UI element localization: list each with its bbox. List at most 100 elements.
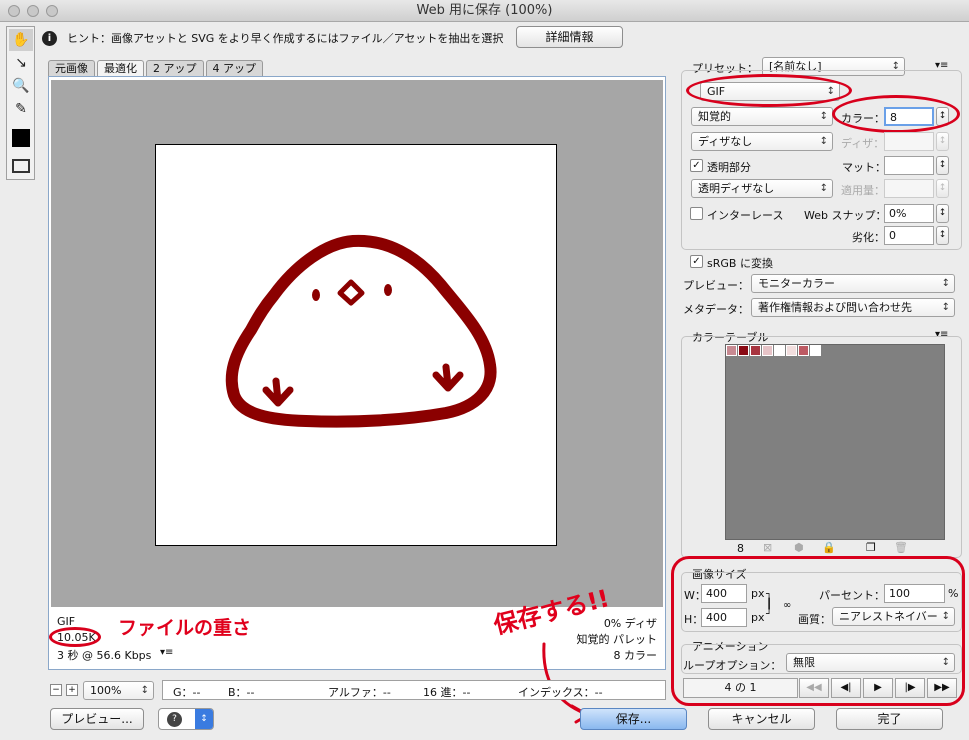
chain-icon[interactable]: ∞	[783, 600, 791, 611]
color-swatch[interactable]	[726, 345, 737, 356]
trash-icon[interactable]: 🗑	[894, 541, 908, 554]
matte-stepper[interactable]: ↕	[936, 156, 949, 175]
status-hex: 16 進：--	[423, 686, 471, 699]
color-swatch[interactable]	[774, 345, 785, 356]
dither-label: ディザ：	[841, 137, 885, 150]
play-button[interactable]: ▶	[863, 678, 893, 698]
color-swatch[interactable]	[750, 345, 761, 356]
tab-4up[interactable]: 4 アップ	[205, 60, 263, 76]
lossy-label: 劣化：	[852, 231, 885, 244]
amount-stepper[interactable]: ↕	[936, 179, 949, 198]
filesize-annotation: ファイルの重さ	[118, 617, 252, 639]
preview-color-select[interactable]: モニターカラー	[751, 274, 955, 293]
save-button[interactable]: 保存...	[580, 708, 687, 730]
filesize-highlight-oval	[49, 627, 101, 647]
preview-image[interactable]	[155, 144, 557, 546]
percent-field[interactable]: 100	[884, 584, 945, 603]
prev-frame-button[interactable]: ◀|	[831, 678, 861, 698]
interlace-checkbox[interactable]	[690, 207, 703, 220]
hint-text: ヒント：画像アセットと SVG をより早く作成するにはファイル／アセットを抽出を…	[67, 32, 504, 45]
percent-unit: %	[948, 587, 959, 600]
srgb-checkbox[interactable]: ✓	[690, 255, 703, 268]
minimize-window-button[interactable]	[27, 5, 39, 17]
zoom-window-button[interactable]	[46, 5, 58, 17]
width-field[interactable]: 400	[701, 584, 747, 603]
tab-optimized[interactable]: 最適化	[97, 60, 144, 76]
web-shift-icon[interactable]: ⬢	[794, 541, 804, 554]
last-frame-button[interactable]: ▶▶	[927, 678, 957, 698]
loop-label: ループオプション：	[683, 659, 782, 672]
websnap-stepper[interactable]: ↕	[936, 204, 949, 223]
next-frame-button[interactable]: |▶	[895, 678, 925, 698]
status-alpha: アルファ：--	[328, 686, 391, 699]
info-download-time: 3 秒 @ 56.6 Kbps	[57, 649, 152, 662]
dither-algorithm-select[interactable]: ディザなし	[691, 132, 833, 151]
reduction-select[interactable]: 知覚的	[691, 107, 833, 126]
slice-select-tool-icon[interactable]: ↘	[9, 52, 33, 74]
map-to-transparent-icon[interactable]: ⊠	[763, 541, 772, 554]
new-color-icon[interactable]: ❐	[866, 541, 876, 554]
loop-select[interactable]: 無限	[786, 653, 955, 672]
transparency-dither-select[interactable]: 透明ディザなし	[691, 179, 833, 198]
download-speed-menu-icon[interactable]: ▾≡	[160, 647, 173, 658]
color-swatch[interactable]	[738, 345, 749, 356]
matte-label: マット：	[842, 161, 886, 174]
percent-label: パーセント：	[819, 589, 885, 602]
toolbox: ✋ ↘ 🔍 ✎	[6, 26, 35, 180]
transparency-label: 透明部分	[707, 161, 751, 174]
zoom-tool-icon[interactable]: 🔍	[9, 75, 33, 97]
title-bar: Web 用に保存 (100%)	[0, 0, 969, 22]
view-tabs: 元画像 最適化 2 アップ 4 アップ	[48, 60, 265, 76]
height-unit: px	[751, 611, 765, 624]
toggle-slices-icon[interactable]	[9, 155, 33, 177]
status-blue: B：--	[228, 686, 255, 699]
amount-label: 適用量：	[841, 184, 885, 197]
lossy-stepper[interactable]: ↕	[936, 226, 949, 245]
window-title: Web 用に保存 (100%)	[416, 3, 553, 18]
chevron-updown-icon: ↕	[195, 709, 213, 729]
zoom-select[interactable]: 100%	[83, 681, 154, 700]
width-unit: px	[751, 587, 765, 600]
format-highlight-oval	[686, 74, 852, 107]
cancel-button[interactable]: キャンセル	[708, 708, 815, 730]
hand-tool-icon[interactable]: ✋	[9, 29, 33, 51]
zoom-out-button[interactable]: −	[50, 684, 62, 696]
resample-quality-select[interactable]: ニアレストネイバー	[832, 607, 955, 626]
amount-field[interactable]	[884, 179, 934, 198]
color-swatch[interactable]	[786, 345, 797, 356]
color-swatch[interactable]	[810, 345, 821, 356]
color-table-grid[interactable]	[725, 344, 945, 540]
lossy-field[interactable]: 0	[884, 226, 934, 245]
eyedropper-color-swatch[interactable]	[9, 127, 33, 149]
lock-color-icon[interactable]: 🔒	[822, 541, 836, 554]
eyedropper-tool-icon[interactable]: ✎	[9, 98, 33, 120]
preview-button[interactable]: プレビュー...	[50, 708, 144, 730]
detail-info-button[interactable]: 詳細情報	[516, 26, 623, 48]
close-window-button[interactable]	[8, 5, 20, 17]
websnap-label: Web スナップ：	[804, 209, 887, 222]
browser-icon: ?	[167, 712, 182, 727]
done-button[interactable]: 完了	[836, 708, 943, 730]
tab-original[interactable]: 元画像	[48, 60, 95, 76]
metadata-label: メタデータ：	[683, 303, 749, 316]
info-icon: i	[42, 30, 57, 46]
interlace-label: インターレース	[707, 209, 784, 222]
quality-label: 画質：	[798, 613, 831, 626]
matte-field[interactable]	[884, 156, 934, 175]
websnap-field[interactable]: 0%	[884, 204, 934, 223]
metadata-select[interactable]: 著作権情報および問い合わせ先	[751, 298, 955, 317]
transparency-checkbox[interactable]: ✓	[690, 159, 703, 172]
preview-color-label: プレビュー：	[683, 279, 749, 292]
color-swatch[interactable]	[798, 345, 809, 356]
first-frame-button[interactable]: ◀◀	[799, 678, 829, 698]
color-swatch[interactable]	[762, 345, 773, 356]
constrain-link-icon[interactable]: ┐ ┃ ┘	[766, 590, 772, 620]
browser-preview-select[interactable]: ? ↕	[158, 708, 214, 730]
colors-highlight-oval	[832, 95, 960, 133]
srgb-label: sRGB に変換	[707, 257, 773, 270]
tab-2up[interactable]: 2 アップ	[146, 60, 204, 76]
height-field[interactable]: 400	[701, 608, 747, 627]
zoom-in-button[interactable]: +	[66, 684, 78, 696]
dither-field[interactable]	[884, 132, 934, 151]
dither-stepper[interactable]: ↕	[936, 132, 949, 151]
